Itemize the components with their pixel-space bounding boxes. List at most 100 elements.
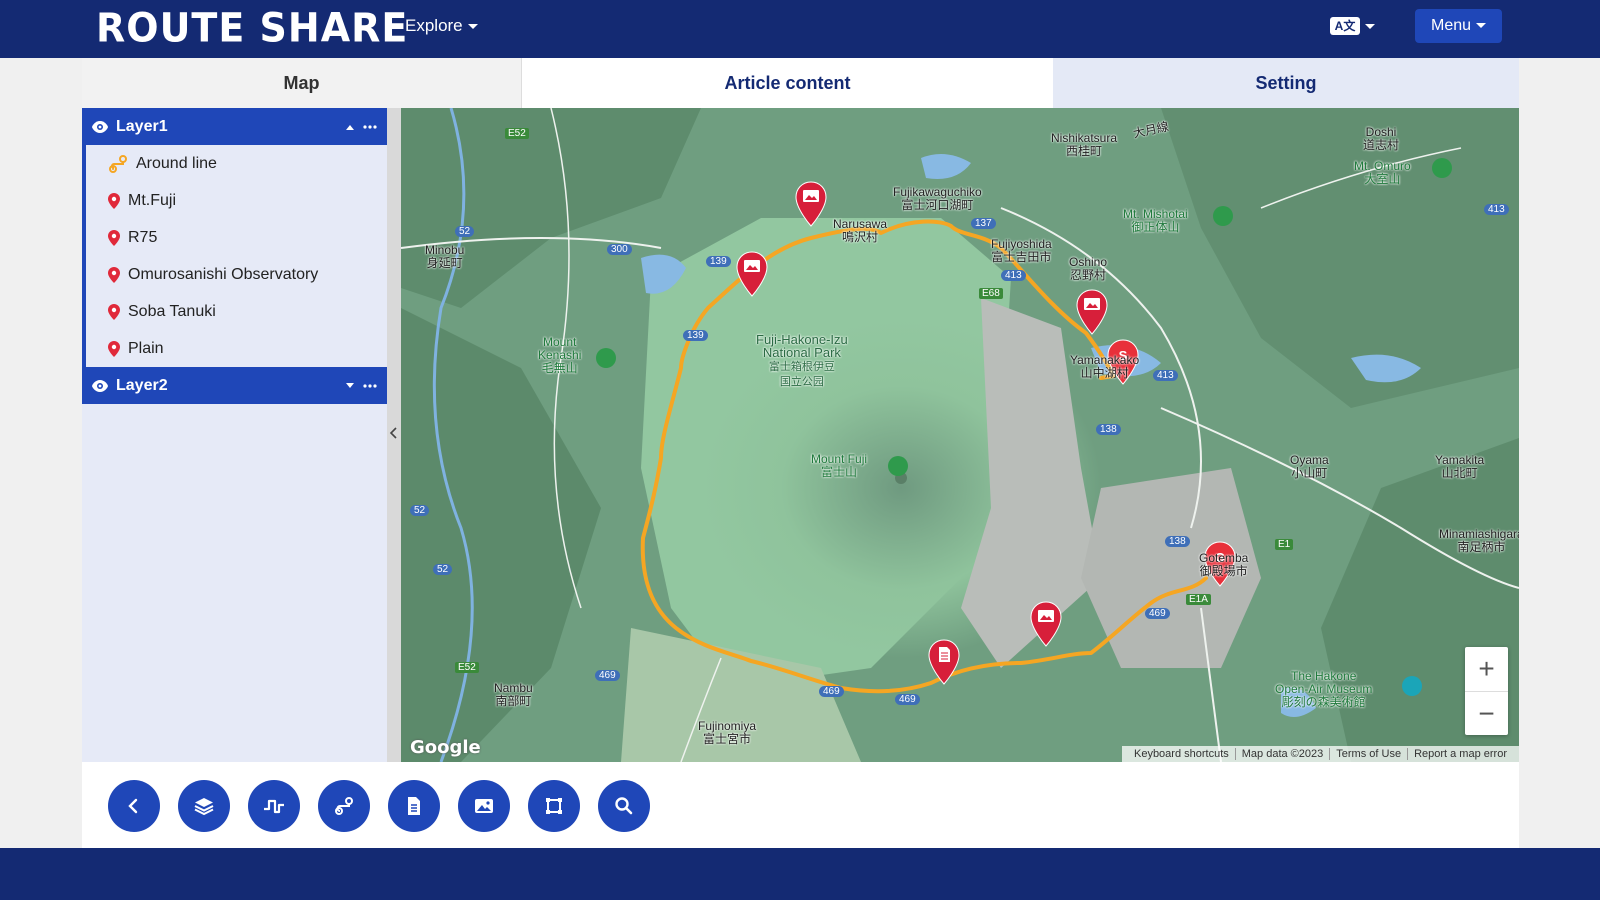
place-label: Fujikawaguchiko 富士河口湖町 xyxy=(893,185,982,212)
page-footer xyxy=(0,848,1600,900)
caret-down-icon xyxy=(467,24,478,30)
google-logo: Google xyxy=(410,737,481,758)
place-label: Minobu 身延町 xyxy=(425,243,465,270)
layer-name: Layer1 xyxy=(116,117,168,135)
museum-marker-icon xyxy=(1402,676,1422,696)
terms-of-use-link[interactable]: Terms of Use xyxy=(1330,748,1409,760)
road-badge: 52 xyxy=(455,226,475,237)
place-label: Minamiashigara 南足柄市 xyxy=(1439,527,1519,554)
road-badge: 139 xyxy=(706,256,731,267)
layer-name: Layer2 xyxy=(116,376,168,394)
crop-icon xyxy=(546,798,562,814)
road-badge: 469 xyxy=(595,670,620,681)
language-dropdown[interactable]: A文 xyxy=(1330,17,1375,35)
explore-label: Explore xyxy=(405,16,463,35)
place-label: Oyama 小山町 xyxy=(1290,453,1329,480)
layers-button[interactable] xyxy=(178,780,230,832)
place-label: Narusawa 鳴沢村 xyxy=(833,217,888,244)
list-item-omurosanishi-observatory[interactable]: Omurosanishi Observatory xyxy=(86,256,387,293)
caret-up-icon[interactable] xyxy=(345,123,355,131)
caret-down-icon[interactable] xyxy=(345,382,355,390)
map-view[interactable]: S G E52 52 300 139 139 137 413 413 E68 1… xyxy=(401,108,1519,762)
road-badge: 138 xyxy=(1096,424,1121,435)
crop-button[interactable] xyxy=(528,780,580,832)
place-label: The Hakone Open-Air Museum 彫刻の森美術館 xyxy=(1275,669,1373,709)
list-item-soba-tanuki[interactable]: Soba Tanuki xyxy=(86,293,387,330)
image-icon xyxy=(475,799,493,813)
item-label: Soba Tanuki xyxy=(128,302,216,320)
road-badge: 469 xyxy=(819,686,844,697)
chevron-left-icon[interactable] xyxy=(389,426,399,440)
layer-header-layer1[interactable]: Layer1 xyxy=(82,108,387,145)
road-badge: 413 xyxy=(1484,204,1509,215)
layers-icon xyxy=(194,798,214,816)
explore-dropdown[interactable]: Explore xyxy=(405,16,478,36)
eye-icon[interactable] xyxy=(91,379,109,393)
bottom-toolbar xyxy=(82,762,1519,848)
map-pin-icon xyxy=(108,192,120,209)
search-button[interactable] xyxy=(598,780,650,832)
layer1-items: Around line Mt.Fuji R75 Omurosanishi Obs… xyxy=(82,145,387,367)
tab-bar: Map Article content Setting xyxy=(82,58,1519,108)
place-label: Yamanakako 山中湖村 xyxy=(1070,353,1140,380)
menu-button[interactable]: Menu xyxy=(1415,9,1502,43)
tab-map[interactable]: Map xyxy=(82,58,522,108)
document-button[interactable] xyxy=(388,780,440,832)
list-item-plain[interactable]: Plain xyxy=(86,330,387,367)
road-badge: 413 xyxy=(1001,270,1026,281)
back-icon xyxy=(128,798,138,814)
road-badge: 137 xyxy=(971,218,996,229)
place-label: Fujiyoshida 富士吉田市 xyxy=(991,237,1052,264)
more-icon[interactable] xyxy=(363,124,377,129)
image-button[interactable] xyxy=(458,780,510,832)
route-button[interactable] xyxy=(318,780,370,832)
road-badge: 413 xyxy=(1153,370,1178,381)
place-label: Fujinomiya 富士宮市 xyxy=(698,719,757,746)
caret-down-icon xyxy=(1365,23,1375,29)
list-item-around-line[interactable]: Around line xyxy=(86,145,387,182)
road-badge: 469 xyxy=(895,694,920,705)
list-item-r75[interactable]: R75 xyxy=(86,219,387,256)
back-button[interactable] xyxy=(108,780,160,832)
menu-label: Menu xyxy=(1430,17,1472,34)
zoom-in-button[interactable]: + xyxy=(1465,647,1508,691)
item-label: R75 xyxy=(128,228,158,246)
app-logo[interactable]: ROUTE SHARE xyxy=(96,5,408,51)
more-icon[interactable] xyxy=(363,383,377,388)
map-data-credit: Map data ©2023 xyxy=(1236,748,1331,760)
road-badge: 52 xyxy=(433,564,453,575)
top-navbar: ROUTE SHARE Explore A文 Menu xyxy=(0,0,1600,58)
tab-setting[interactable]: Setting xyxy=(1053,58,1519,108)
place-label: Nishikatsura 西桂町 xyxy=(1051,131,1118,158)
document-icon xyxy=(408,797,420,815)
zoom-out-button[interactable]: − xyxy=(1465,691,1508,735)
road-badge: E1 xyxy=(1275,539,1294,550)
park-label: Fuji-Hakone-Izu National Park 富士箱根伊豆 国立公园 xyxy=(756,332,848,388)
road-badge: 300 xyxy=(607,244,632,255)
sidebar-collapse-handle[interactable] xyxy=(387,108,401,762)
map-pin-icon xyxy=(108,266,120,283)
item-label: Plain xyxy=(128,339,164,357)
road-badge: E52 xyxy=(455,662,479,673)
place-label: Mount Fuji 富士山 xyxy=(811,452,868,479)
report-map-error-link[interactable]: Report a map error xyxy=(1408,748,1513,760)
tab-article-content[interactable]: Article content xyxy=(522,58,1053,108)
place-label: Oshino 忍野村 xyxy=(1069,255,1108,282)
item-label: Around line xyxy=(136,154,217,172)
translate-icon: A文 xyxy=(1330,17,1360,35)
list-item-mt-fuji[interactable]: Mt.Fuji xyxy=(86,182,387,219)
layer-header-layer2[interactable]: Layer2 xyxy=(82,367,387,404)
map-pin-icon xyxy=(108,229,120,246)
road-badge: E1A xyxy=(1186,594,1211,605)
caret-down-icon xyxy=(1476,23,1487,29)
route-icon xyxy=(335,797,353,815)
place-label: Doshi 道志村 xyxy=(1363,125,1400,152)
eye-icon[interactable] xyxy=(91,120,109,134)
place-label: Nambu 南部町 xyxy=(494,681,533,708)
elevation-button[interactable] xyxy=(248,780,300,832)
keyboard-shortcuts-link[interactable]: Keyboard shortcuts xyxy=(1128,748,1236,760)
place-label: Mount Kenashi 毛無山 xyxy=(538,335,582,375)
elevation-icon xyxy=(264,799,284,814)
place-label: Gotemba 御殿場市 xyxy=(1199,551,1249,578)
map-attribution: Keyboard shortcuts Map data ©2023 Terms … xyxy=(1121,746,1519,762)
